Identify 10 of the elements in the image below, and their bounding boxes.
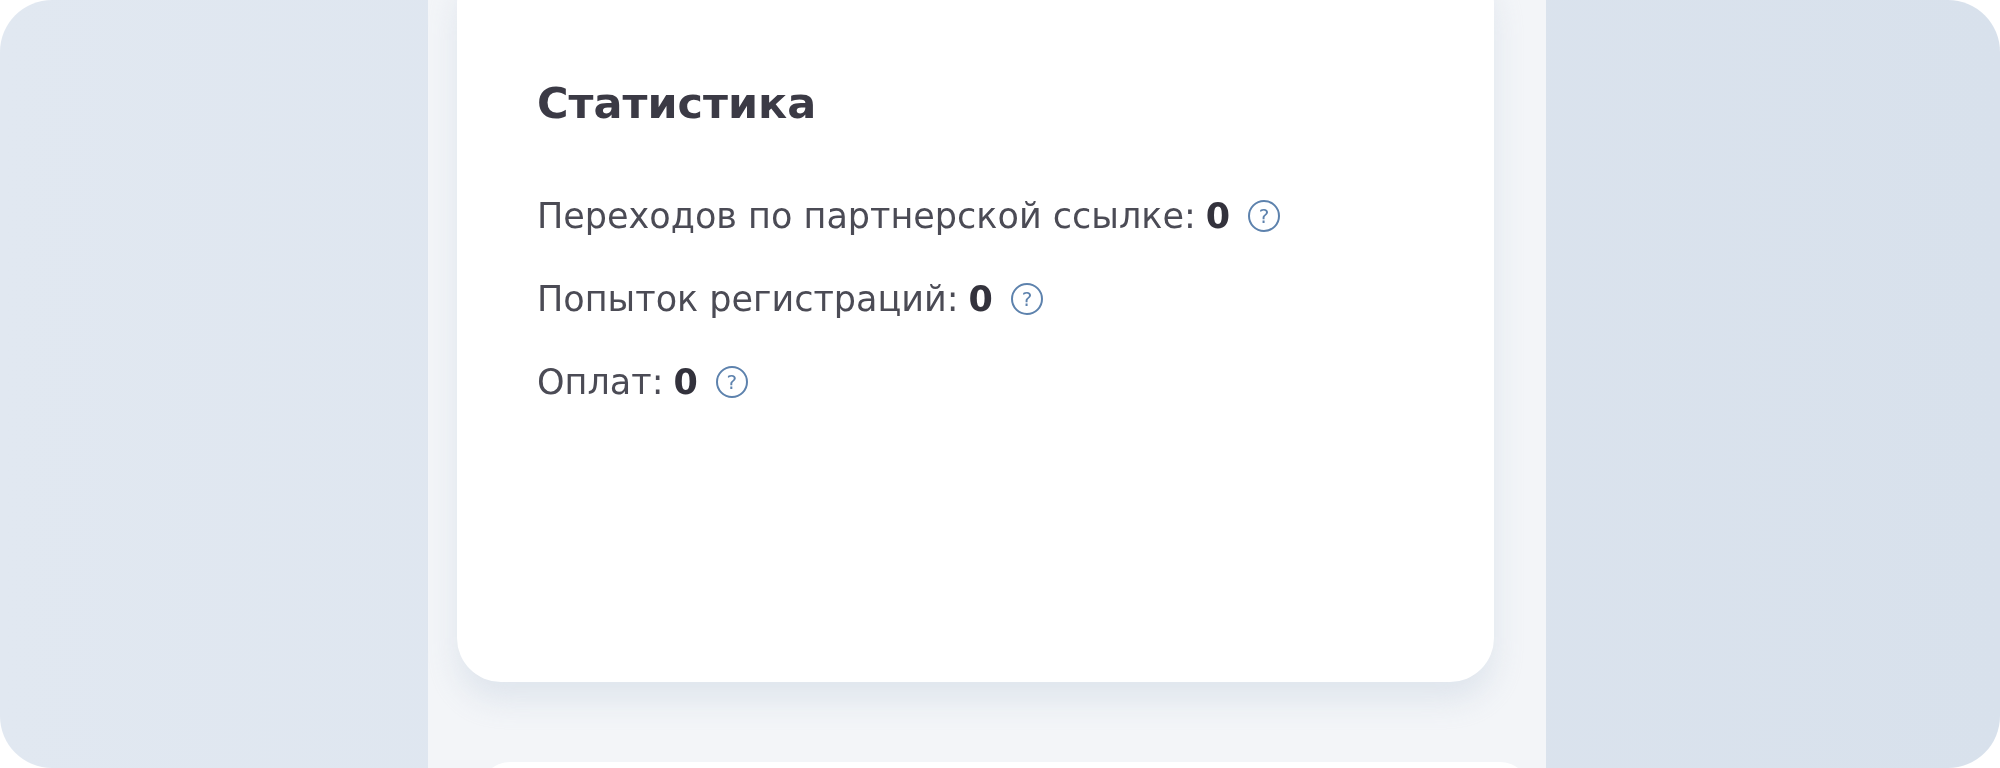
card-title: Статистика — [537, 78, 818, 128]
stat-value: 0 — [1205, 195, 1231, 238]
help-icon[interactable]: ? — [1010, 283, 1043, 315]
stat-label: Переходов по партнерской ссылке: — [537, 195, 1196, 238]
stat-value: 0 — [968, 278, 993, 321]
help-icon[interactable]: ? — [1248, 200, 1281, 232]
stat-label: Оплат: — [537, 361, 664, 404]
stat-value: 0 — [673, 361, 698, 404]
stat-label: Попыток регистраций: — [537, 278, 959, 321]
help-icon[interactable]: ? — [715, 366, 748, 398]
